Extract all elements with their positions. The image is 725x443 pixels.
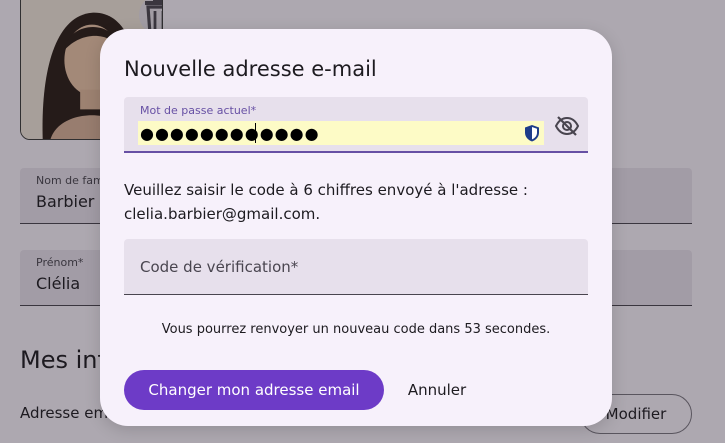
verification-code-field[interactable] bbox=[124, 239, 588, 295]
current-password-field[interactable]: Mot de passe actuel* bbox=[124, 97, 588, 153]
text-caret bbox=[255, 123, 256, 143]
current-password-input[interactable] bbox=[138, 121, 544, 145]
instruction-line-1: Veuillez saisir le code à 6 chiffres env… bbox=[124, 181, 528, 199]
change-email-button[interactable]: Changer mon adresse email bbox=[124, 370, 384, 410]
shield-icon[interactable] bbox=[524, 124, 540, 142]
instruction-email: clelia.barbier@gmail.com. bbox=[124, 205, 321, 223]
resend-countdown-text: Vous pourrez renvoyer un nouveau code da… bbox=[161, 322, 551, 337]
password-visibility-toggle[interactable] bbox=[552, 111, 582, 141]
instruction-text: Veuillez saisir le code à 6 chiffres env… bbox=[124, 178, 588, 226]
cancel-button[interactable]: Annuler bbox=[392, 370, 482, 410]
change-email-dialog: Nouvelle adresse e-mail Mot de passe act… bbox=[100, 29, 612, 426]
dialog-title: Nouvelle adresse e-mail bbox=[124, 57, 377, 81]
current-password-label: Mot de passe actuel* bbox=[140, 104, 257, 117]
verification-code-input[interactable] bbox=[124, 239, 588, 294]
eye-off-icon bbox=[554, 116, 580, 136]
